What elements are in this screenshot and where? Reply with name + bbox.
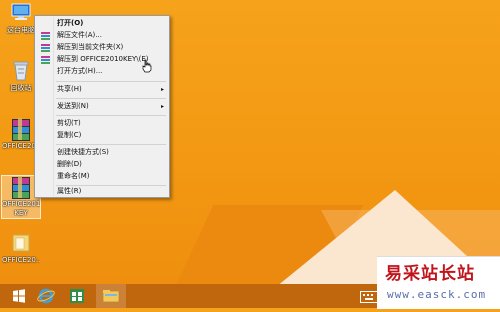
menu-item-label: 解压到 OFFICE2010KEY\(E): [57, 55, 149, 63]
menu-item-label: 剪切(T): [57, 119, 81, 127]
winrar-icon: [41, 32, 50, 40]
menu-item-create-shortcut[interactable]: 创建快捷方式(S): [36, 147, 168, 158]
menu-item-extract-here[interactable]: 解压到当前文件夹(X): [36, 42, 168, 53]
taskbar-file-explorer[interactable]: [96, 284, 126, 308]
winrar-icon: [41, 56, 50, 64]
taskbar-internet-explorer[interactable]: [31, 284, 61, 308]
start-button[interactable]: [4, 284, 34, 308]
desktop-icon-label: OFFICE2010: [2, 200, 40, 208]
menu-item-delete[interactable]: 删除(D): [36, 159, 168, 170]
winrar-archive-icon: [10, 118, 32, 141]
menu-item-extract-files[interactable]: 解压文件(A)...: [36, 30, 168, 41]
hand-cursor-icon: [142, 58, 152, 73]
menu-item-label: 属性(R): [57, 187, 82, 195]
menu-item-open[interactable]: 打开(O): [36, 18, 168, 29]
menu-item-send-to[interactable]: 发送到(N) ▸: [36, 101, 168, 112]
windows-logo-icon: [13, 289, 25, 303]
desktop-icon-label-line2: KEY: [14, 209, 28, 217]
menu-item-properties[interactable]: 属性(R): [36, 186, 168, 197]
watermark-title: 易采站长站: [385, 264, 475, 284]
menu-item-label: 复制(C): [57, 131, 82, 139]
watermark: 易采站长站 www.easck.com: [377, 256, 500, 309]
menu-item-label: 共享(H): [57, 85, 82, 93]
desktop-icon-label: OFFICE20...: [2, 256, 40, 264]
menu-item-rename[interactable]: 重命名(M): [36, 171, 168, 182]
menu-item-label: 解压到当前文件夹(X): [57, 43, 124, 51]
menu-separator: [56, 115, 166, 116]
menu-item-cut[interactable]: 剪切(T): [36, 118, 168, 129]
internet-explorer-icon: [37, 288, 55, 304]
menu-item-label: 打开方式(H)...: [57, 67, 103, 75]
menu-item-label: 发送到(N): [57, 102, 89, 110]
watermark-url: www.easck.com: [387, 288, 487, 301]
submenu-arrow-icon: ▸: [160, 103, 164, 110]
desktop-icon-office-folder[interactable]: OFFICE20...: [2, 232, 40, 265]
file-explorer-icon: [102, 290, 120, 303]
menu-separator: [56, 81, 166, 82]
menu-item-label: 创建快捷方式(S): [57, 148, 109, 156]
menu-separator: [56, 98, 166, 99]
context-menu: 打开(O) 解压文件(A)... 解压到当前文件夹(X) 解压到 OFFICE2…: [34, 15, 170, 198]
folder-icon: [10, 232, 32, 254]
touch-keyboard-icon[interactable]: [360, 291, 378, 303]
winrar-icon: [41, 44, 50, 52]
menu-item-label: 解压文件(A)...: [57, 31, 102, 39]
recycle-bin-icon: [10, 60, 32, 82]
submenu-arrow-icon: ▸: [160, 86, 164, 93]
winrar-archive-icon: [10, 176, 32, 199]
menu-item-label: 打开(O): [57, 19, 84, 27]
menu-separator: [56, 144, 166, 145]
taskbar-store[interactable]: [62, 284, 92, 308]
menu-item-share[interactable]: 共享(H) ▸: [36, 84, 168, 95]
computer-icon: [10, 2, 32, 24]
menu-item-label: 重命名(M): [57, 172, 90, 180]
store-icon: [70, 289, 84, 303]
menu-item-copy[interactable]: 复制(C): [36, 130, 168, 141]
menu-item-label: 删除(D): [57, 160, 82, 168]
